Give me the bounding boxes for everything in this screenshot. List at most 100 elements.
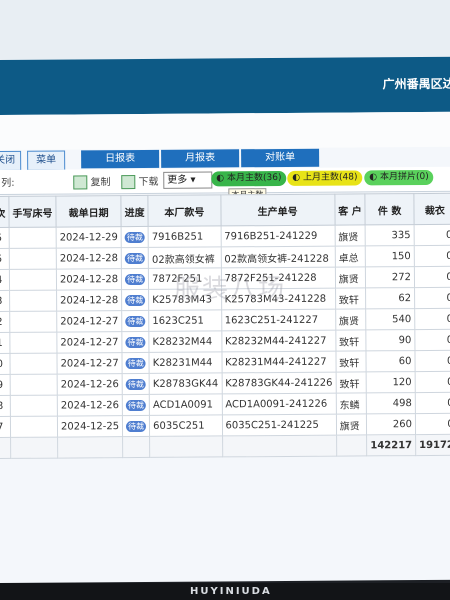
total-cell	[10, 437, 58, 459]
table-cell: K28783GK44	[149, 372, 222, 395]
tab-monthly-report[interactable]: 月报表	[161, 149, 240, 168]
table-cell: 致轩	[335, 371, 367, 394]
table-cell: 1	[0, 332, 10, 354]
table-cell: 致轩	[335, 287, 366, 310]
table-cell: K25783M43-241228	[221, 288, 336, 310]
copy-label: 复制	[90, 177, 111, 189]
table-cell	[9, 269, 57, 291]
table-cell: 0	[415, 392, 450, 414]
column-header[interactable]: 本厂款号	[148, 194, 221, 227]
table-cell: 2024-12-28	[56, 289, 122, 312]
table-cell: 0	[414, 245, 450, 267]
table-cell: 6035C251	[149, 414, 223, 437]
menu-button[interactable]: 菜单	[27, 150, 66, 171]
table-cell: K28783GK44-241226	[221, 372, 336, 394]
tab-bill[interactable]: 对账单	[241, 148, 320, 168]
table-cell: 60	[366, 350, 416, 372]
table-cell: 90	[366, 329, 415, 351]
status-badge: 待裁	[125, 399, 147, 411]
more-select[interactable]: 更多 ▾	[163, 171, 213, 189]
table-cell	[9, 290, 57, 312]
table-cell: 02款高领女裤-241228	[220, 246, 336, 268]
status-badge-cell: 待裁	[122, 352, 150, 374]
table-cell: 6035C251-241225	[221, 414, 337, 436]
table-cell: 卓总	[334, 245, 366, 268]
table-cell: 62	[365, 287, 415, 309]
table-cell: 2024-12-27	[56, 331, 123, 354]
copy-icon	[73, 175, 88, 190]
table-cell	[10, 374, 58, 396]
table-cell: 2024-12-25	[57, 415, 123, 438]
table-cell: 2024-12-26	[57, 373, 123, 396]
table-cell: 02款高领女裤	[148, 246, 221, 269]
column-label: 列:	[1, 177, 15, 189]
table-cell: 东鳞	[335, 392, 367, 415]
table-cell: 7872F251-241228	[220, 267, 336, 289]
table-cell: 3	[0, 290, 10, 312]
column-header[interactable]: 客 户	[334, 193, 366, 226]
table-cell: 260	[366, 413, 416, 435]
column-header[interactable]: 手写床号	[8, 196, 57, 228]
table-cell: K28231M44-241227	[221, 351, 336, 373]
table-cell: 2024-12-29	[56, 226, 122, 249]
status-badge-cell: 待裁	[121, 289, 149, 311]
status-badge: 待裁	[125, 273, 146, 285]
table-cell: 7916B251-241229	[220, 225, 335, 247]
status-badge: 待裁	[125, 336, 146, 348]
table-cell: 2024-12-27	[56, 352, 123, 375]
download-button[interactable]: 下载	[121, 173, 159, 190]
status-badge-cell: 待裁	[121, 268, 149, 290]
pill2-label: 上月主数(48)	[302, 172, 358, 183]
status-badge-cell: 待裁	[122, 394, 150, 416]
table-cell: 498	[366, 392, 416, 414]
download-icon	[121, 175, 136, 190]
table-cell: 4	[0, 269, 10, 291]
close-button[interactable]: 关闭	[0, 150, 22, 172]
more-label: 更多	[167, 174, 188, 186]
table-cell: 2024-12-28	[56, 247, 122, 270]
column-header[interactable]: 裁衣	[413, 193, 450, 225]
table-cell: 5	[0, 248, 10, 270]
column-header[interactable]: 件 数	[365, 193, 415, 225]
company-title: 广州番禺区达	[382, 76, 450, 92]
table-cell: 0	[414, 308, 450, 330]
table-cell	[9, 227, 57, 249]
last-month-main-filter[interactable]: ◐ 上月主数(48)	[287, 170, 363, 186]
status-badge: 待裁	[125, 378, 146, 390]
total-cell: 142217	[366, 434, 416, 456]
status-badge: 待裁	[124, 231, 145, 243]
table-cell: 0	[415, 371, 450, 393]
table-cell: 2024-12-27	[56, 310, 122, 333]
status-badge-cell: 待裁	[121, 310, 149, 332]
table-cell: 0	[414, 329, 450, 351]
table-cell: 致轩	[335, 350, 367, 373]
table-cell: 1623C251	[148, 309, 222, 332]
table-cell: K28231M44	[149, 351, 222, 374]
table-cell: 9	[0, 374, 11, 396]
status-badge: 待裁	[125, 315, 146, 327]
column-header[interactable]: 次	[0, 196, 10, 228]
table-cell: 2024-12-26	[57, 394, 123, 417]
table-cell: 150	[365, 245, 415, 267]
tab-daily-report[interactable]: 日报表	[81, 149, 160, 169]
table-cell: 旗贤	[335, 308, 367, 331]
top-band	[0, 0, 450, 60]
table-cell: 335	[365, 224, 415, 246]
total-cell	[57, 436, 123, 459]
status-badge-cell: 待裁	[121, 226, 149, 248]
table-cell: 0	[414, 224, 450, 246]
table-header: 次手写床号裁单日期进度本厂款号生产单号客 户件 数裁衣裁裤旺	[0, 193, 450, 228]
column-header[interactable]: 进度	[121, 195, 149, 227]
this-month-combined-filter[interactable]: ◐ 本月拼片(0)	[364, 169, 434, 186]
copy-button[interactable]: 复制	[73, 173, 111, 190]
column-header[interactable]: 裁单日期	[55, 195, 122, 228]
table-cell: 5	[0, 227, 10, 249]
this-month-main-filter[interactable]: ◐ 本月主数(36)	[211, 170, 287, 187]
table-cell	[9, 248, 57, 270]
status-badge: 待裁	[126, 420, 147, 432]
total-cell: 19172	[415, 434, 450, 456]
pill1-label: 本月主数(36)	[226, 172, 282, 184]
column-header[interactable]: 生产单号	[220, 194, 335, 226]
table-cell: 7	[0, 416, 11, 438]
table-cell: 旗贤	[334, 224, 366, 247]
